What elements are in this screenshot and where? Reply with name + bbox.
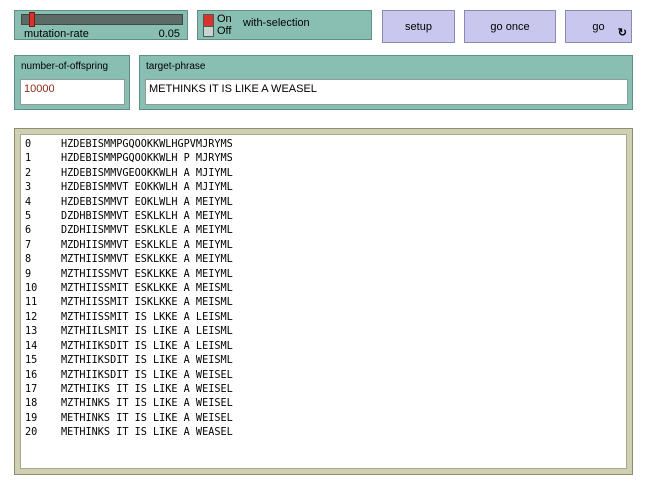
phrase-text: MZTHIIKSDIT IS LIKE A WEISEL — [61, 369, 233, 381]
with-selection-switch[interactable]: On Off with-selection — [197, 10, 372, 40]
generation-number: 9 — [25, 268, 32, 280]
phrase-text: METHINKS IT IS LIKE A WEASEL — [61, 427, 233, 439]
phrase-text: MZTHIISMMVT ESKLKKE A MEIYML — [61, 254, 233, 266]
generation-number: 11 — [25, 297, 38, 309]
output-line: 14 MZTHIIKSDIT IS LIKE A LEISML — [25, 340, 626, 354]
generation-number: 6 — [25, 225, 32, 237]
generation-number: 19 — [25, 412, 38, 424]
phrase-text: MZTHINKS IT IS LIKE A WEISEL — [61, 398, 233, 410]
switch-on-label: On — [217, 13, 232, 25]
generation-number: 5 — [25, 211, 32, 223]
output-line: 6 DZDHIISMMVT ESKLKLE A MEIYML — [25, 224, 626, 238]
go-once-button-label: go once — [490, 20, 530, 33]
phrase-text: METHINKS IT IS LIKE A WEISEL — [61, 412, 233, 424]
output-line: 16 MZTHIIKSDIT IS LIKE A WEISEL — [25, 369, 626, 383]
phrase-text: DZDHIISMMVT ESKLKLE A MEIYML — [61, 225, 233, 237]
generation-number: 18 — [25, 398, 38, 410]
generation-number: 13 — [25, 326, 38, 338]
phrase-text: MZTHIISSMVT ESKLKKE A MEIYML — [61, 268, 233, 280]
output-area: 0 HZDEBISMMPGQOOKKWLHGPVMJRYMS 1 HZDEBISMMP… — [14, 128, 633, 475]
phrase-text: MZTHIISSMIT ESKLKKE A MEISML — [61, 283, 233, 295]
generation-number: 15 — [25, 355, 38, 367]
output-line: 4 HZDEBISMMVT EOKLWLH A MEIYML — [25, 196, 626, 210]
output-text[interactable]: 0 HZDEBISMMPGQOOKKWLHGPVMJRYMS 1 HZDEBISMMP… — [20, 134, 627, 469]
output-line: 10 MZTHIISSMIT ESKLKKE A MEISML — [25, 282, 626, 296]
phrase-text: HZDEBISMMVT EOKLWLH A MEIYML — [61, 196, 233, 208]
phrase-text: MZTHIIKSDIT IS LIKE A WEISML — [61, 355, 233, 367]
output-line: 7 MZDHIISMMVT ESKLKLE A MEIYML — [25, 239, 626, 253]
phrase-text: MZTHIISSMIT IS LKKE A LEISML — [61, 311, 233, 323]
setup-button-label: setup — [405, 20, 432, 33]
switch-knob[interactable] — [204, 15, 213, 27]
output-line: 11 MZTHIISSMIT ISKLKKE A MEISML — [25, 296, 626, 310]
mutation-rate-slider[interactable]: mutation-rate 0.05 — [14, 10, 188, 40]
generation-number: 1 — [25, 153, 32, 165]
go-button-label: go — [592, 20, 605, 33]
output-line: 2 HZDEBISMMVGEOOKKWLH A MJIYML — [25, 167, 626, 181]
number-of-offspring-input: number-of-offspring 10000 — [14, 55, 130, 110]
output-line: 9 MZTHIISSMVT ESKLKKE A MEIYML — [25, 268, 626, 282]
phrase-text: HZDEBISMMPGQOOKKWLH P MJRYMS — [61, 153, 233, 165]
generation-number: 3 — [25, 182, 32, 194]
generation-number: 10 — [25, 283, 38, 295]
phrase-text: MZDHIISMMVT ESKLKLE A MEIYML — [61, 239, 233, 251]
target-phrase-input: target-phrase METHINKS IT IS LIKE A WEAS… — [139, 55, 633, 110]
output-line: 17 MZTHIIKS IT IS LIKE A WEISEL — [25, 383, 626, 397]
forever-icon: ↻ — [617, 27, 627, 39]
output-line: 13 MZTHIILSMIT IS LIKE A LEISML — [25, 325, 626, 339]
slider-thumb[interactable] — [28, 12, 35, 27]
generation-number: 7 — [25, 239, 32, 251]
output-line: 15 MZTHIIKSDIT IS LIKE A WEISML — [25, 354, 626, 368]
phrase-text: HZDEBISMMVT EOKKWLH A MJIYML — [61, 182, 233, 194]
phrase-text: MZTHIISSMIT ISKLKKE A MEISML — [61, 297, 233, 309]
go-once-button[interactable]: go once — [464, 10, 556, 43]
target-phrase-label: target-phrase — [146, 61, 206, 72]
generation-number: 16 — [25, 369, 38, 381]
phrase-text: MZTHIILSMIT IS LIKE A LEISML — [61, 326, 233, 338]
output-line: 12 MZTHIISSMIT IS LKKE A LEISML — [25, 311, 626, 325]
output-line: 8 MZTHIISMMVT ESKLKKE A MEIYML — [25, 253, 626, 267]
switch-toggle[interactable] — [203, 14, 214, 37]
output-line: 3 HZDEBISMMVT EOKKWLH A MJIYML — [25, 181, 626, 195]
number-of-offspring-label: number-of-offspring — [21, 61, 109, 72]
generation-number: 8 — [25, 254, 32, 266]
slider-track[interactable] — [21, 14, 183, 25]
output-line: 5 DZDHBISMMVT ESKLKLH A MEIYML — [25, 210, 626, 224]
phrase-text: MZTHIIKSDIT IS LIKE A LEISML — [61, 340, 233, 352]
slider-label: mutation-rate — [24, 28, 89, 40]
setup-button[interactable]: setup — [382, 10, 455, 43]
switch-off-label: Off — [217, 25, 232, 37]
slider-value: 0.05 — [158, 28, 180, 40]
output-line: 1 HZDEBISMMPGQOOKKWLH P MJRYMS — [25, 152, 626, 166]
target-phrase-field[interactable]: METHINKS IT IS LIKE A WEASEL — [145, 79, 628, 105]
phrase-text: DZDHBISMMVT ESKLKLH A MEIYML — [61, 211, 233, 223]
generation-number: 17 — [25, 383, 38, 395]
go-button[interactable]: go ↻ — [565, 10, 632, 43]
output-line: 18 MZTHINKS IT IS LIKE A WEISEL — [25, 397, 626, 411]
output-line: 20 METHINKS IT IS LIKE A WEASEL — [25, 426, 626, 440]
phrase-text: HZDEBISMMVGEOOKKWLH A MJIYML — [61, 167, 233, 179]
number-of-offspring-field[interactable]: 10000 — [20, 79, 125, 105]
generation-number: 20 — [25, 427, 38, 439]
phrase-text: HZDEBISMMPGQOOKKWLHGPVMJRYMS — [61, 139, 233, 150]
generation-number: 4 — [25, 196, 32, 208]
phrase-text: MZTHIIKS IT IS LIKE A WEISEL — [61, 383, 233, 395]
generation-number: 12 — [25, 311, 38, 323]
output-line: 0 HZDEBISMMPGQOOKKWLHGPVMJRYMS — [25, 138, 626, 152]
switch-label: with-selection — [243, 17, 310, 29]
generation-number: 2 — [25, 167, 32, 179]
output-line: 19 METHINKS IT IS LIKE A WEISEL — [25, 412, 626, 426]
generation-number: 14 — [25, 340, 38, 352]
generation-number: 0 — [25, 139, 32, 150]
